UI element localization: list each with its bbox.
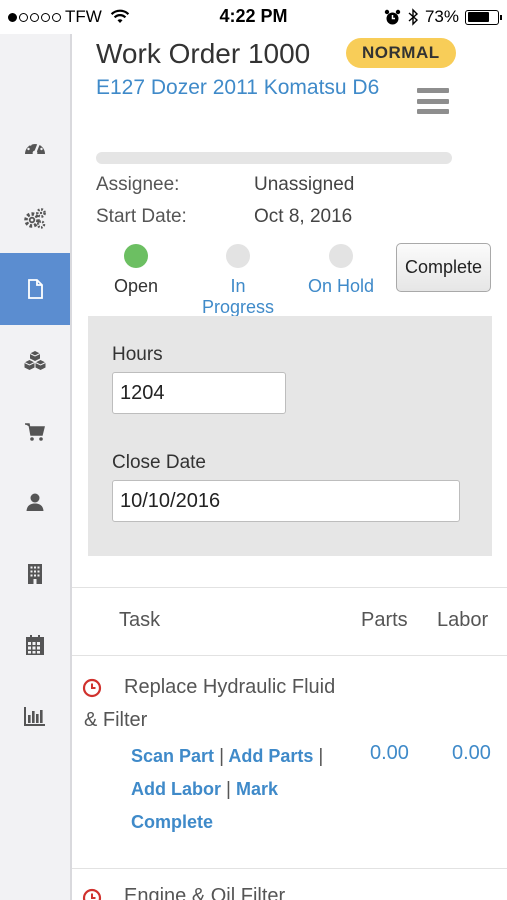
task-name: Engine & Oil Filter — [124, 885, 286, 900]
cart-icon — [25, 423, 45, 441]
task-column-header: Task — [119, 609, 161, 631]
sidebar-item-calendar[interactable] — [0, 609, 70, 681]
add-parts-link[interactable]: Add Parts — [228, 746, 313, 766]
sidebar — [0, 34, 72, 900]
sidebar-item-purchasing[interactable] — [0, 396, 70, 468]
alarm-icon — [384, 9, 401, 24]
hours-input[interactable]: 1204 — [112, 372, 286, 414]
close-date-label: Close Date — [112, 452, 206, 473]
battery-percent: 73% — [424, 7, 459, 26]
building-icon — [28, 564, 42, 584]
sidebar-item-work-orders[interactable] — [0, 253, 70, 325]
scan-part-link[interactable]: Scan Part — [131, 746, 214, 766]
menu-icon[interactable] — [417, 88, 449, 114]
labor-column-header: Labor — [437, 609, 489, 631]
task-labor-value[interactable]: 0.00 — [452, 742, 491, 765]
sidebar-item-inventory[interactable] — [0, 325, 70, 397]
table-top-border — [72, 587, 507, 588]
close-date-input[interactable]: 10/10/2016 — [112, 480, 460, 522]
row-divider — [72, 868, 507, 869]
status-on-hold-label[interactable]: On Hold — [298, 276, 384, 297]
bluetooth-icon — [408, 8, 418, 26]
asset-link[interactable]: E127 Dozer 2011 Komatsu D6 — [96, 72, 396, 104]
status-on-hold-dot[interactable] — [329, 244, 353, 268]
gears-icon — [24, 208, 46, 229]
table-header-border — [72, 655, 507, 656]
complete-button[interactable]: Complete — [396, 243, 491, 292]
status-open-dot — [124, 244, 148, 268]
start-date-value: Oct 8, 2016 — [254, 206, 353, 227]
battery-icon — [465, 9, 502, 25]
start-date-label: Start Date: — [96, 206, 187, 227]
task-name: Replace Hydraulic Fluid & Filter — [84, 676, 336, 731]
overdue-clock-icon — [82, 888, 102, 900]
task-actions: Scan Part | Add Parts | Add Labor | Mark… — [131, 740, 346, 839]
document-icon — [28, 279, 43, 299]
calendar-icon — [26, 635, 44, 655]
assignee-label: Assignee: — [96, 174, 180, 195]
assignee-value: Unassigned — [254, 174, 355, 195]
separator: | — [226, 779, 231, 800]
sidebar-item-locations[interactable] — [0, 538, 70, 610]
sidebar-item-dashboard[interactable] — [0, 112, 70, 184]
status-in-progress-label[interactable]: In Progress — [193, 276, 283, 318]
status-open-label: Open — [113, 276, 159, 296]
separator: | — [318, 746, 324, 767]
sidebar-item-users[interactable] — [0, 466, 70, 538]
status-in-progress-dot[interactable] — [226, 244, 250, 268]
add-labor-link[interactable]: Add Labor — [131, 779, 221, 799]
priority-badge: NORMAL — [346, 38, 456, 68]
work-order-title: Work Order 1000 — [96, 38, 311, 69]
user-icon — [26, 493, 44, 511]
task-parts-value[interactable]: 0.00 — [370, 742, 409, 765]
status-bar: TFW 4:22 PM 73% — [0, 0, 507, 34]
parts-column-header: Parts — [361, 609, 408, 631]
bar-chart-icon — [24, 707, 45, 726]
separator: | — [219, 746, 224, 767]
sidebar-item-reports[interactable] — [0, 680, 70, 752]
sidebar-item-settings[interactable] — [0, 182, 70, 254]
cubes-icon — [24, 351, 46, 370]
hours-label: Hours — [112, 344, 163, 365]
progress-bar — [96, 152, 452, 164]
dashboard-icon — [25, 142, 45, 156]
